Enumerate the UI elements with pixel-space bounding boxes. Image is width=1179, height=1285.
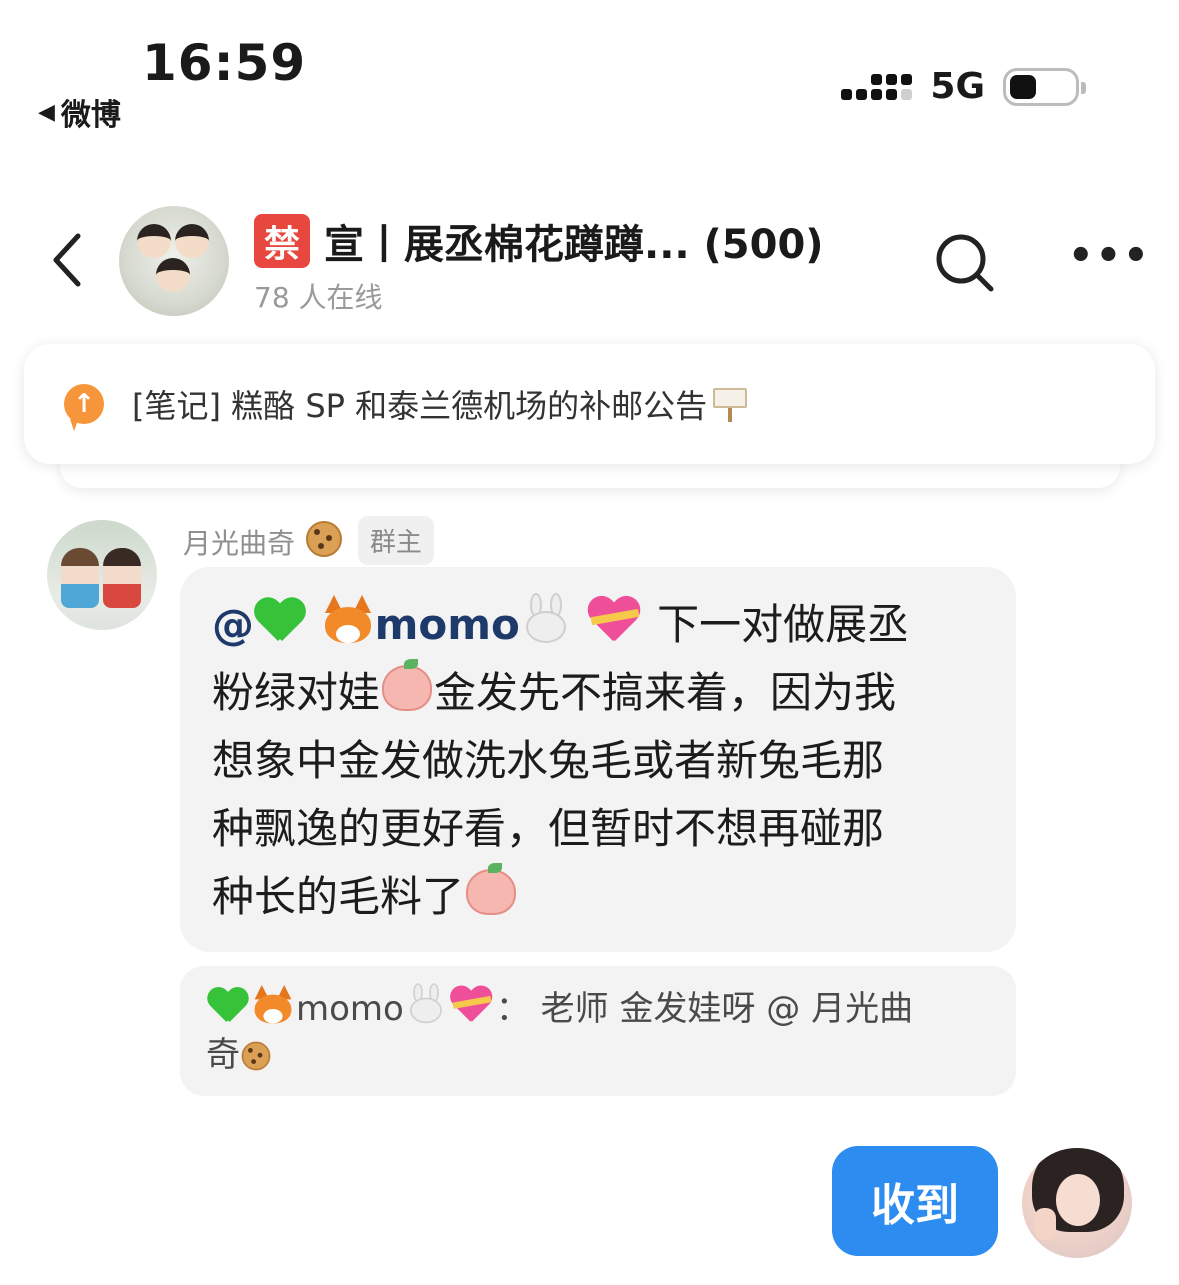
message-line-5: 种长的毛料了 xyxy=(212,863,986,931)
sender-avatar[interactable] xyxy=(47,520,157,630)
ban-badge: 禁 xyxy=(254,214,310,268)
notice-up-arrow-icon: ↑ xyxy=(64,384,104,424)
placard-emoji-icon xyxy=(713,386,748,422)
message-line-3: 想象中金发做洗水兔毛或者新兔毛那 xyxy=(212,736,885,785)
back-triangle-icon: ◀ xyxy=(38,99,55,125)
cookie-emoji-icon xyxy=(304,519,344,559)
gift-heart-emoji-icon xyxy=(587,593,643,645)
sender-name[interactable]: 月光曲奇 xyxy=(183,519,344,562)
network-type: 5G xyxy=(930,66,985,107)
quote-line-2: 奇 xyxy=(206,1032,994,1078)
pleading-blob-emoji-icon xyxy=(380,659,434,713)
pinned-notice[interactable]: ↑ [笔记] 糕酪 SP 和泰兰德机场的补邮公告 xyxy=(24,344,1155,464)
gift-heart-emoji-icon xyxy=(449,983,494,1025)
rabbit-emoji-icon xyxy=(520,593,572,645)
cookie-emoji-icon xyxy=(240,1040,272,1072)
status-time: 16:59 xyxy=(142,34,307,92)
back-app-label: 微博 xyxy=(60,98,121,133)
battery-icon xyxy=(1003,67,1086,106)
green-heart-emoji-icon xyxy=(207,987,249,1025)
status-indicators: 5G xyxy=(841,66,1086,107)
sender-info: 月光曲奇 群主 xyxy=(183,516,434,565)
more-icon[interactable]: ••• xyxy=(1068,236,1149,276)
back-chevron-icon[interactable] xyxy=(48,232,88,288)
signal-icon xyxy=(841,73,913,100)
message-text-1: 下一对做展丞 xyxy=(657,600,910,649)
message-line-2: 粉绿对娃 金发先不搞来着，因为我 xyxy=(212,659,986,727)
group-title[interactable]: 禁 宣丨展丞棉花蹲蹲... (500) xyxy=(254,212,824,270)
group-avatar[interactable] xyxy=(119,206,229,316)
online-count: 78 人在线 xyxy=(254,281,383,314)
crying-blob-emoji-icon xyxy=(464,863,518,917)
fox-emoji-icon xyxy=(321,595,375,645)
search-icon[interactable] xyxy=(934,232,996,294)
owner-badge: 群主 xyxy=(357,516,434,565)
quote-line-1: momo： 老师 金发娃呀 @ 月光曲 xyxy=(206,978,994,1032)
my-avatar[interactable] xyxy=(1022,1148,1132,1258)
message-line-4: 种飘逸的更好看，但暂时不想再碰那 xyxy=(212,804,885,853)
green-heart-emoji-icon xyxy=(254,597,306,645)
mention-link[interactable]: @ momo xyxy=(212,593,657,649)
quoted-reply[interactable]: momo： 老师 金发娃呀 @ 月光曲 奇 xyxy=(180,966,1016,1096)
outgoing-message-bubble[interactable]: 收到 xyxy=(832,1146,998,1256)
message-line-1: @ momo 下一对做展丞 xyxy=(212,591,986,659)
back-to-app-button[interactable]: ◀ 微博 xyxy=(38,90,121,134)
fox-emoji-icon xyxy=(251,985,294,1025)
notice-text: [笔记] 糕酪 SP 和泰兰德机场的补邮公告 xyxy=(132,387,708,425)
message-bubble[interactable]: @ momo 下一对做展丞 粉绿对娃 金发先不搞来着，因为我 想象中金发做洗水兔毛… xyxy=(180,567,1016,952)
chat-screen: 16:59 ◀ 微博 5G 禁 宣丨展丞棉花蹲蹲... (500) 78 人在线… xyxy=(0,0,1179,1285)
group-title-text: 宣丨展丞棉花蹲蹲... (500) xyxy=(324,222,824,268)
rabbit-emoji-icon xyxy=(405,983,447,1025)
